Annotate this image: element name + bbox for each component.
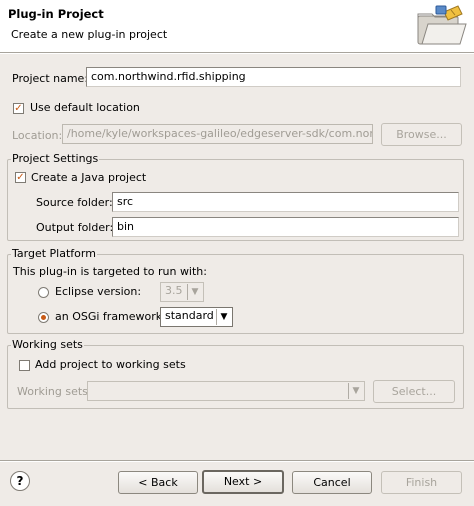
target-platform-title: Target Platform [11,247,97,260]
use-default-location-checkbox[interactable]: ✓ [13,103,24,114]
source-folder-label: Source folder: [36,196,113,209]
eclipse-version-value: 3.5 [165,284,183,297]
help-icon[interactable]: ? [10,471,30,491]
next-button[interactable]: Next > [202,470,284,494]
source-folder-input[interactable]: src [112,192,459,212]
chevron-down-icon: ▼ [187,284,202,300]
footer-divider-highlight [0,461,474,462]
osgi-framework-value: standard [165,309,214,322]
target-platform-description: This plug-in is targeted to run with: [13,265,207,278]
select-working-sets-button[interactable]: Select... [373,380,455,403]
project-name-input[interactable]: com.northwind.rfid.shipping [86,67,461,87]
working-sets-title: Working sets [11,338,84,351]
osgi-framework-label: an OSGi framework: [55,310,166,323]
eclipse-version-radio[interactable] [38,287,49,298]
wizard-header: Plug-in Project Create a new plug-in pro… [0,0,474,52]
chevron-down-icon: ▼ [216,309,231,325]
header-divider-highlight [0,53,474,54]
browse-button[interactable]: Browse... [381,123,462,146]
add-to-working-sets-checkbox[interactable] [19,360,30,371]
use-default-location-label: Use default location [30,101,140,114]
project-name-label: Project name: [12,72,89,85]
working-sets-label: Working sets: [17,385,92,398]
eclipse-version-label: Eclipse version: [55,285,142,298]
output-folder-input[interactable]: bin [112,217,459,237]
project-settings-title: Project Settings [11,152,100,165]
osgi-framework-select[interactable]: standard ▼ [160,307,233,327]
create-java-project-checkbox[interactable]: ✓ [15,172,26,183]
working-sets-select[interactable]: ▼ [87,381,365,401]
wizard-subtitle: Create a new plug-in project [11,28,168,41]
location-label: Location: [12,129,63,142]
location-input[interactable]: /home/kyle/workspaces-galileo/edgeserver… [62,124,373,144]
back-button[interactable]: < Back [118,471,198,494]
finish-button[interactable]: Finish [381,471,462,494]
add-to-working-sets-label: Add project to working sets [35,358,186,371]
chevron-down-icon: ▼ [348,383,363,399]
folder-wizard-icon [417,5,467,45]
osgi-framework-radio[interactable] [38,312,49,323]
wizard-title: Plug-in Project [8,7,104,21]
eclipse-version-select[interactable]: 3.5 ▼ [160,282,204,302]
output-folder-label: Output folder: [36,221,114,234]
create-java-project-label: Create a Java project [31,171,147,184]
cancel-button[interactable]: Cancel [292,471,372,494]
